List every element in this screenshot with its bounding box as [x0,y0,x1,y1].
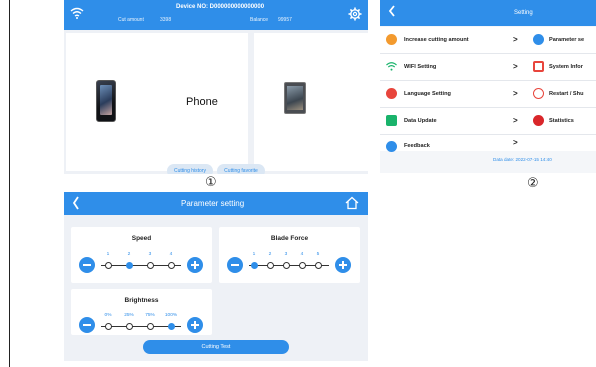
increase-amount-icon [386,34,397,45]
language-icon [386,88,397,99]
speed-step-1[interactable] [105,262,112,269]
settings-row: Language Setting > Restart / Shu [380,81,596,108]
screen-marker-2: ② [527,176,539,191]
parameter-setting-screen: Parameter setting Speed 1 2 3 4 Blade Fo… [64,192,368,361]
chevron-right-icon: > [513,116,518,125]
blade-force-tick: 4 [300,252,304,257]
speed-panel: Speed 1 2 3 4 [71,227,212,283]
blade-force-step-5[interactable] [315,262,322,269]
cutting-favorite-button[interactable]: Cutting favorite [217,164,265,174]
blade-force-decrease-button[interactable] [227,257,243,273]
chevron-right-icon: > [513,35,518,44]
setting-screen: Setting Increase cutting amount > Parame… [380,0,596,173]
back-icon[interactable] [71,194,81,212]
blade-force-step-4[interactable] [299,262,306,269]
speed-tick: 2 [127,252,131,257]
settings-row: Data Update > Statistics [380,108,596,135]
page-border-line [9,0,10,367]
settings-row: Feedback > [380,135,596,152]
brightness-tick: 75% [145,313,155,318]
speed-tick: 4 [169,252,173,257]
blade-force-tick: 5 [316,252,320,257]
blade-force-tick: 1 [252,252,256,257]
brightness-step-3[interactable] [147,323,154,330]
restart-shutdown-item[interactable]: Restart / Shu [549,91,584,97]
home-icon[interactable] [345,196,359,210]
brightness-panel: Brightness 0% 25% 75% 100% [71,289,212,335]
screen-marker-1: ① [205,175,217,190]
setting-title: Setting [514,10,533,16]
gear-icon[interactable] [348,7,362,21]
speed-tick: 1 [106,252,110,257]
cut-amount-value: 3398 [160,17,172,23]
wifi-icon [386,62,397,71]
cutting-test-button[interactable]: Cutting Test [143,340,289,354]
blade-force-step-2[interactable] [267,262,274,269]
system-info-icon [533,61,544,72]
chevron-right-icon: > [513,62,518,71]
data-date-text: Data date: 2022-07-15 14:40 [493,157,552,162]
phone-category-card[interactable] [66,33,248,171]
feedback-icon [386,141,397,152]
restart-icon [533,88,544,99]
parameter-icon [533,34,544,45]
speed-decrease-button[interactable] [79,257,95,273]
setting-title-bar: Setting [380,0,596,26]
phone-category-label: Phone [186,96,218,108]
speed-tick: 3 [148,252,152,257]
data-update-item[interactable]: Data Update [404,118,437,124]
brightness-step-4[interactable] [168,323,175,330]
brightness-decrease-button[interactable] [79,317,95,333]
chevron-right-icon: > [513,89,518,98]
home-screen: Device NO: D000000000000000 Cut amount 3… [64,0,368,174]
cutting-history-button[interactable]: Cutting history [167,164,213,174]
speed-step-4[interactable] [168,262,175,269]
increase-cutting-amount-item[interactable]: Increase cutting amount [404,37,469,43]
data-update-icon [386,115,397,126]
settings-row: WIFI Setting > System Infor [380,54,596,81]
tablet-image [284,82,306,114]
settings-row: Increase cutting amount > Parameter se [380,27,596,54]
feedback-item[interactable]: Feedback [404,143,430,149]
blade-force-step-3[interactable] [283,262,290,269]
chevron-right-icon: > [513,138,518,147]
brightness-step-1[interactable] [105,323,112,330]
tablet-category-card[interactable] [254,33,368,171]
parameter-title-bar: Parameter setting [64,192,368,215]
statistics-icon [533,115,544,126]
speed-step-3[interactable] [147,262,154,269]
home-status-bar: Device NO: D000000000000000 Cut amount 3… [64,0,368,30]
brightness-label: Brightness [124,297,159,304]
blade-force-tick: 2 [268,252,272,257]
language-setting-item[interactable]: Language Setting [404,91,451,97]
blade-force-step-1[interactable] [251,262,258,269]
wifi-setting-item[interactable]: WIFI Setting [404,64,436,70]
system-information-item[interactable]: System Infor [549,64,583,70]
statistics-item[interactable]: Statistics [549,118,574,124]
blade-force-label: Blade Force [270,235,309,242]
balance-label: Balance [250,17,269,23]
device-number: Device NO: D000000000000000 [176,4,265,10]
brightness-tick: 100% [164,313,178,318]
back-icon[interactable] [387,4,397,18]
blade-force-increase-button[interactable] [335,257,351,273]
speed-increase-button[interactable] [187,257,203,273]
parameter-setting-item[interactable]: Parameter se [549,37,584,43]
wifi-icon [70,7,84,19]
parameter-title: Parameter setting [181,199,245,208]
brightness-step-2[interactable] [126,323,133,330]
speed-step-2[interactable] [126,262,133,269]
blade-force-tick: 3 [284,252,288,257]
phone-image [96,80,116,122]
speed-label: Speed [131,235,152,242]
blade-force-panel: Blade Force 1 2 3 4 5 [219,227,360,283]
brightness-tick: 0% [104,313,112,318]
brightness-increase-button[interactable] [187,317,203,333]
balance-value: 99957 [278,17,292,23]
cut-amount-label: Cut amount [118,17,144,23]
brightness-tick: 25% [124,313,134,318]
